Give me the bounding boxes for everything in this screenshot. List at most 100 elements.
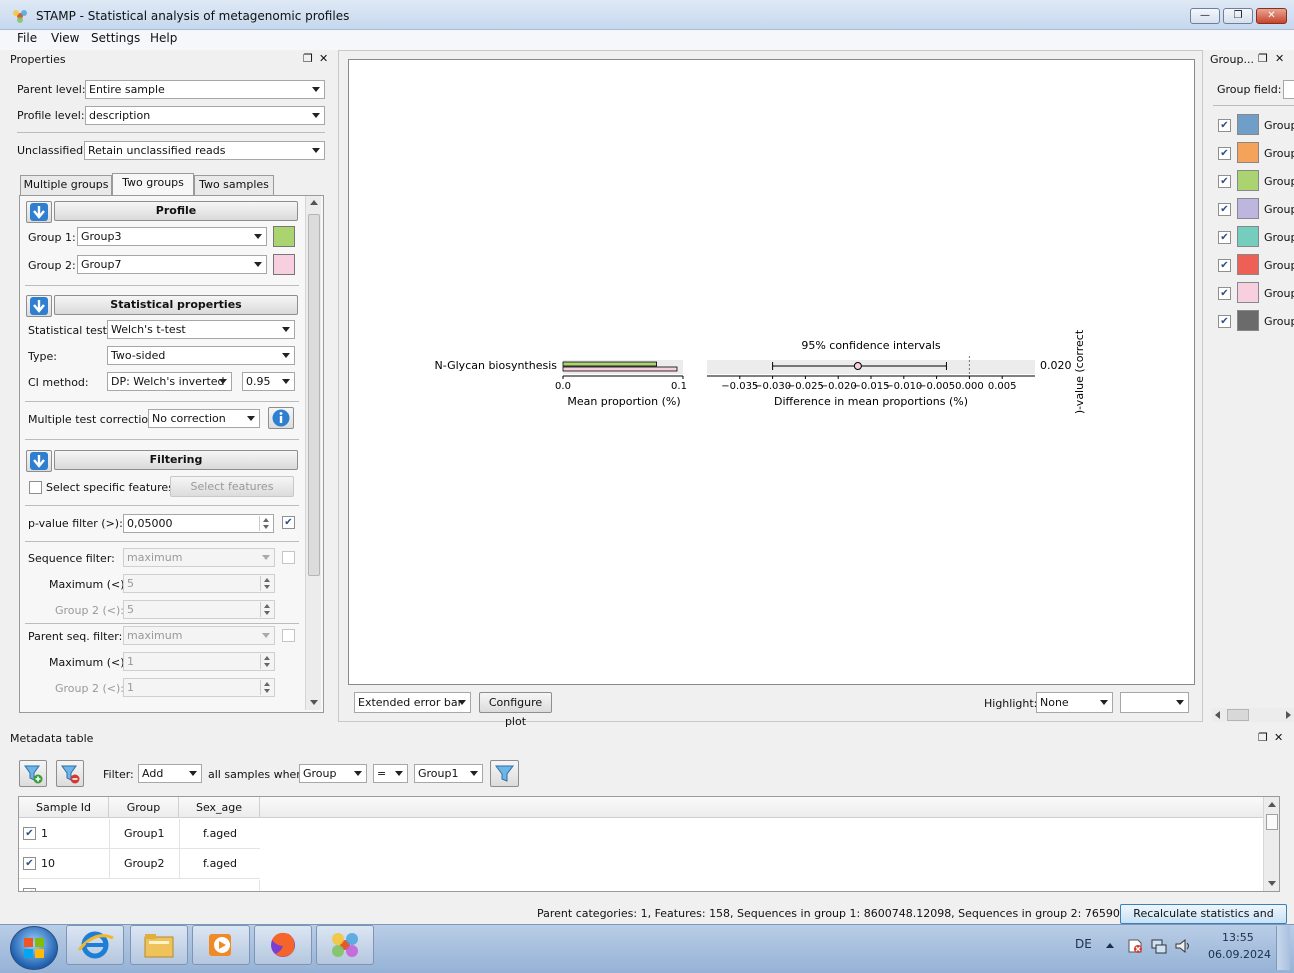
- recalculate-button[interactable]: Recalculate statistics and plots: [1120, 904, 1287, 938]
- spin-arrows-icon[interactable]: [260, 680, 273, 695]
- select-features-button[interactable]: Select features: [170, 476, 294, 497]
- float-icon[interactable]: ❐: [1258, 731, 1268, 744]
- scroll-down-icon[interactable]: [1268, 881, 1276, 886]
- sequence-filter-checkbox[interactable]: [282, 551, 295, 564]
- menu-help[interactable]: Help: [150, 31, 177, 45]
- group-checkbox[interactable]: ✔: [1218, 315, 1231, 328]
- row-checkbox[interactable]: ✔: [23, 827, 36, 840]
- minimize-button[interactable]: —: [1190, 8, 1220, 24]
- seq-maximum-input[interactable]: 5: [123, 574, 275, 593]
- table-row[interactable]: ✔ 1 Group1 f.aged: [19, 819, 260, 849]
- scroll-up-icon[interactable]: [310, 200, 318, 205]
- pvalue-filter-input[interactable]: 0,05000: [123, 514, 274, 533]
- group-checkbox[interactable]: ✔: [1218, 147, 1231, 160]
- group1-select[interactable]: Group3: [77, 227, 267, 246]
- mtc-select[interactable]: No correction: [148, 409, 260, 428]
- spin-arrows-icon[interactable]: [260, 602, 273, 617]
- group-checkbox[interactable]: ✔: [1218, 231, 1231, 244]
- taskbar-stamp[interactable]: [316, 925, 374, 965]
- group1-color-button[interactable]: [273, 226, 295, 247]
- group-color-swatch[interactable]: [1237, 142, 1259, 163]
- filter-value-select[interactable]: Group1: [414, 764, 483, 783]
- table-row[interactable]: ✔ 10 Group2 f.aged: [19, 849, 260, 879]
- scroll-thumb[interactable]: [308, 214, 320, 576]
- close-button[interactable]: ✕: [1256, 8, 1287, 24]
- group-color-swatch[interactable]: [1237, 114, 1259, 135]
- properties-scrollbar[interactable]: [305, 196, 321, 710]
- float-icon[interactable]: ❐: [303, 52, 313, 65]
- filter-mode-select[interactable]: Add: [138, 764, 202, 783]
- scroll-thumb[interactable]: [1266, 814, 1278, 830]
- group2-color-button[interactable]: [273, 254, 295, 275]
- filtering-section-button[interactable]: Filtering: [54, 450, 298, 470]
- group-color-swatch[interactable]: [1237, 198, 1259, 219]
- scroll-thumb[interactable]: [1227, 709, 1249, 721]
- group-color-swatch[interactable]: [1237, 282, 1259, 303]
- menu-settings[interactable]: Settings: [91, 31, 140, 45]
- select-specific-checkbox[interactable]: [29, 481, 42, 494]
- tab-multiple-groups[interactable]: Multiple groups: [20, 175, 112, 195]
- menu-file[interactable]: File: [17, 31, 37, 45]
- column-header-sex-age[interactable]: Sex_age: [179, 797, 260, 818]
- groups-hscrollbar[interactable]: [1212, 708, 1294, 722]
- tab-two-samples[interactable]: Two samples: [194, 175, 274, 195]
- show-desktop-button[interactable]: [1276, 926, 1290, 970]
- parent-group2-input[interactable]: 1: [123, 678, 275, 697]
- filter-field-select[interactable]: Group: [299, 764, 367, 783]
- group-color-swatch[interactable]: [1237, 254, 1259, 275]
- action-center-icon[interactable]: [1126, 937, 1144, 955]
- spin-arrows-icon[interactable]: [260, 654, 273, 669]
- taskbar-ie[interactable]: [66, 925, 124, 965]
- parent-level-select[interactable]: Entire sample: [85, 80, 325, 99]
- apply-filter-button[interactable]: [490, 760, 519, 787]
- parent-seq-filter-select[interactable]: maximum: [123, 626, 275, 645]
- parent-seq-filter-checkbox[interactable]: [282, 629, 295, 642]
- ci-method-select[interactable]: DP: Welch's inverted: [107, 372, 232, 391]
- close-icon[interactable]: ✕: [319, 52, 328, 65]
- scroll-left-icon[interactable]: [1215, 711, 1220, 719]
- ci-level-select[interactable]: 0.95: [242, 372, 295, 391]
- pvalue-filter-checkbox[interactable]: ✔: [282, 516, 295, 529]
- group-checkbox[interactable]: ✔: [1218, 259, 1231, 272]
- clock-date[interactable]: 06.09.2024: [1208, 948, 1271, 961]
- group-checkbox[interactable]: ✔: [1218, 287, 1231, 300]
- sequence-filter-select[interactable]: maximum: [123, 548, 275, 567]
- filter-operator-select[interactable]: =: [373, 764, 408, 783]
- group-checkbox[interactable]: ✔: [1218, 119, 1231, 132]
- plot-type-select[interactable]: Extended error bar: [354, 692, 471, 713]
- spin-arrows-icon[interactable]: [260, 576, 273, 591]
- parent-maximum-input[interactable]: 1: [123, 652, 275, 671]
- group-checkbox[interactable]: ✔: [1218, 175, 1231, 188]
- collapse-stats-button[interactable]: [26, 295, 52, 317]
- taskbar-media-player[interactable]: [192, 925, 250, 965]
- tab-two-groups[interactable]: Two groups: [112, 173, 194, 195]
- clock-time[interactable]: 13:55: [1222, 931, 1254, 944]
- column-header-sample-id[interactable]: Sample Id: [19, 797, 109, 818]
- maximize-button[interactable]: ❐: [1223, 8, 1253, 24]
- close-icon[interactable]: ✕: [1275, 52, 1284, 65]
- taskbar-firefox[interactable]: [254, 925, 312, 965]
- group-color-swatch[interactable]: [1237, 170, 1259, 191]
- scroll-up-icon[interactable]: [1268, 802, 1276, 807]
- type-select[interactable]: Two-sided: [107, 346, 295, 365]
- group-field-select[interactable]: [1283, 80, 1294, 99]
- collapse-profile-button[interactable]: [26, 201, 52, 223]
- highlight-option-select[interactable]: [1120, 692, 1189, 713]
- scroll-down-icon[interactable]: [310, 700, 318, 705]
- info-button[interactable]: [268, 407, 294, 429]
- configure-plot-button[interactable]: Configure plot: [479, 692, 552, 728]
- volume-icon[interactable]: [1174, 937, 1192, 955]
- add-filter-button[interactable]: [19, 760, 47, 787]
- show-hidden-icons-icon[interactable]: [1106, 943, 1114, 948]
- unclassified-select[interactable]: Retain unclassified reads: [84, 141, 325, 160]
- taskbar-explorer[interactable]: [130, 925, 188, 965]
- highlight-select[interactable]: None: [1036, 692, 1113, 713]
- stat-test-select[interactable]: Welch's t-test: [107, 320, 295, 339]
- row-checkbox[interactable]: ✔: [23, 857, 36, 870]
- column-header-group[interactable]: Group: [109, 797, 179, 818]
- group-color-swatch[interactable]: [1237, 226, 1259, 247]
- profile-section-button[interactable]: Profile: [54, 201, 298, 221]
- network-icon[interactable]: [1150, 937, 1168, 955]
- language-indicator[interactable]: DE: [1075, 937, 1092, 951]
- menu-view[interactable]: View: [51, 31, 79, 45]
